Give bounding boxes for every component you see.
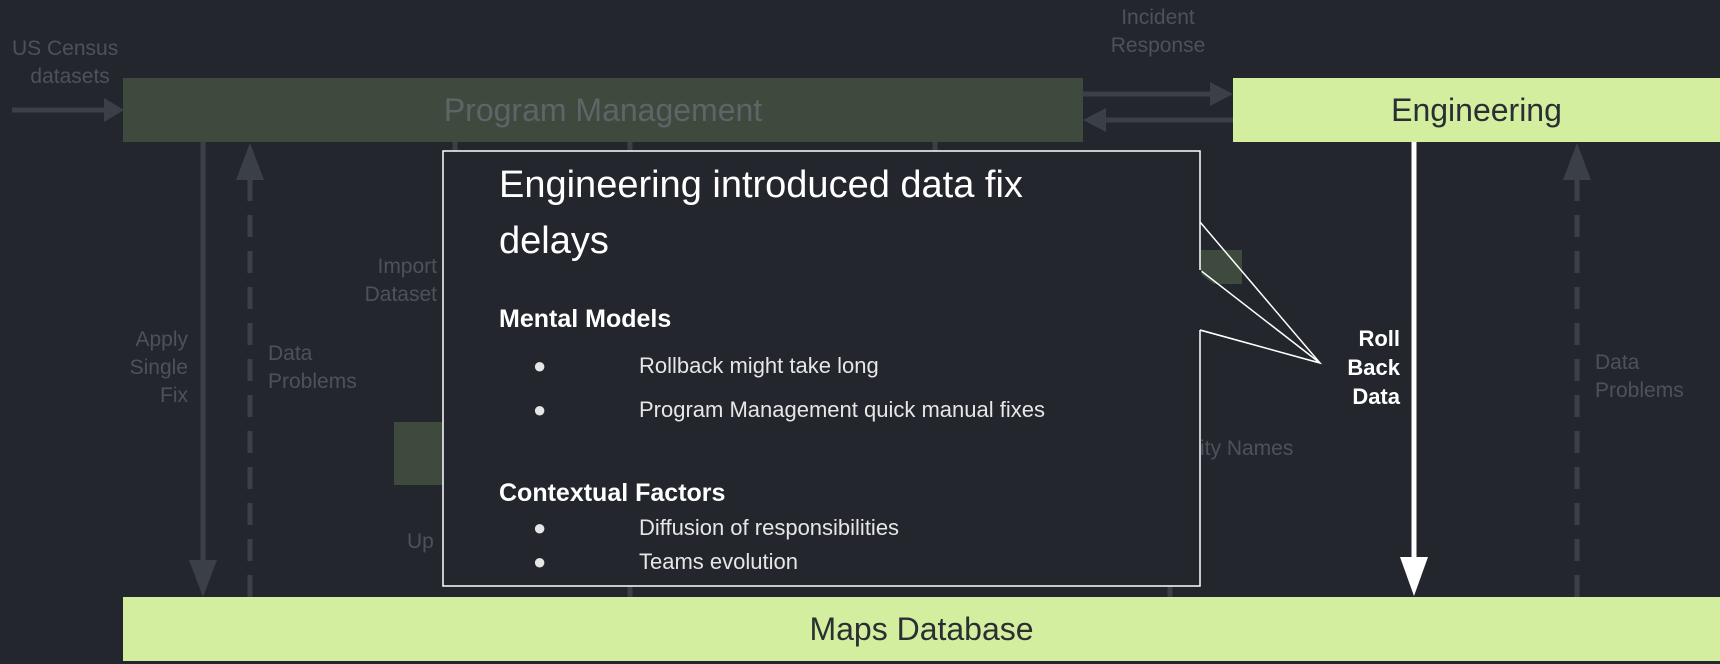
contextual-factors-item-text: Teams evolution [639, 549, 798, 574]
apply-fix-line-2: Single [129, 356, 188, 379]
apply-fix-line-3: Fix [160, 384, 188, 407]
update-partial-label: Up [407, 530, 434, 553]
mental-models-item: ● Rollback might take long [533, 353, 879, 379]
bullet-icon: ● [533, 353, 547, 378]
engineering-block: Engineering [1233, 78, 1720, 142]
data-problems-right-arrowhead [1563, 143, 1591, 180]
pm-to-eng-arrowhead [1210, 82, 1233, 106]
hidden-small-block [1200, 250, 1242, 284]
apply-single-fix-label: Apply Single Fix [110, 326, 188, 410]
us-census-label: US Census datasets [12, 35, 118, 91]
contextual-factors-item: ● Teams evolution [533, 549, 798, 575]
engineering-label: Engineering [1391, 91, 1562, 128]
import-dataset-line-1: Import [377, 255, 437, 278]
bullet-icon: ● [533, 515, 547, 540]
roll-back-data-label: Roll Back Data [1330, 324, 1400, 411]
contextual-factors-heading: Contextual Factors [499, 479, 726, 507]
contextual-factors-item: ● Diffusion of responsibilities [533, 515, 899, 541]
roll-back-line-3: Data [1352, 384, 1400, 409]
eng-to-pm-arrowhead [1083, 108, 1106, 132]
maps-database-block: Maps Database [123, 597, 1720, 661]
roll-back-line-2: Back [1347, 355, 1400, 380]
data-problems-right-line-2: Problems [1595, 379, 1684, 402]
hidden-process-block [394, 422, 444, 485]
callout-panel: Engineering introduced data fix delays M… [443, 151, 1200, 586]
contextual-factors-item-text: Diffusion of responsibilities [639, 515, 900, 540]
mental-models-item-text: Rollback might take long [639, 353, 879, 378]
apply-fix-line-1: Apply [135, 328, 188, 351]
city-names-partial-label: ity Names [1200, 437, 1294, 460]
incident-response-line-1: Incident [1121, 6, 1195, 29]
mental-models-heading: Mental Models [499, 305, 672, 333]
census-arrowhead [104, 98, 124, 122]
program-management-block: Program Management [123, 78, 1083, 142]
data-problems-right-label: Data Problems [1595, 349, 1684, 405]
data-problems-left-label: Data Problems [268, 340, 357, 396]
import-dataset-label: Import Dataset [350, 253, 437, 309]
us-census-line-1: US Census [12, 37, 119, 60]
import-dataset-line-2: Dataset [364, 283, 437, 306]
callout-title: Engineering introduced data fix delays [499, 164, 1023, 262]
us-census-line-2: datasets [30, 65, 110, 88]
roll-back-line-1: Roll [1358, 326, 1400, 351]
incident-response-label: Incident Response [1108, 4, 1208, 60]
apply-fix-arrowhead [189, 560, 217, 597]
bullet-icon: ● [533, 549, 547, 574]
mental-models-item-text: Program Management quick manual fixes [639, 397, 1045, 422]
data-problems-left-arrowhead [236, 143, 264, 180]
incident-response-line-2: Response [1110, 34, 1206, 57]
data-problems-left-line-1: Data [268, 342, 313, 365]
maps-database-label: Maps Database [809, 610, 1034, 647]
program-management-label: Program Management [443, 91, 763, 128]
roll-back-arrowhead [1400, 557, 1428, 596]
data-problems-right-line-1: Data [1595, 351, 1640, 374]
bullet-icon: ● [533, 397, 547, 422]
data-problems-left-line-2: Problems [268, 370, 357, 393]
mental-models-item: ● Program Management quick manual fixes [533, 397, 1045, 423]
